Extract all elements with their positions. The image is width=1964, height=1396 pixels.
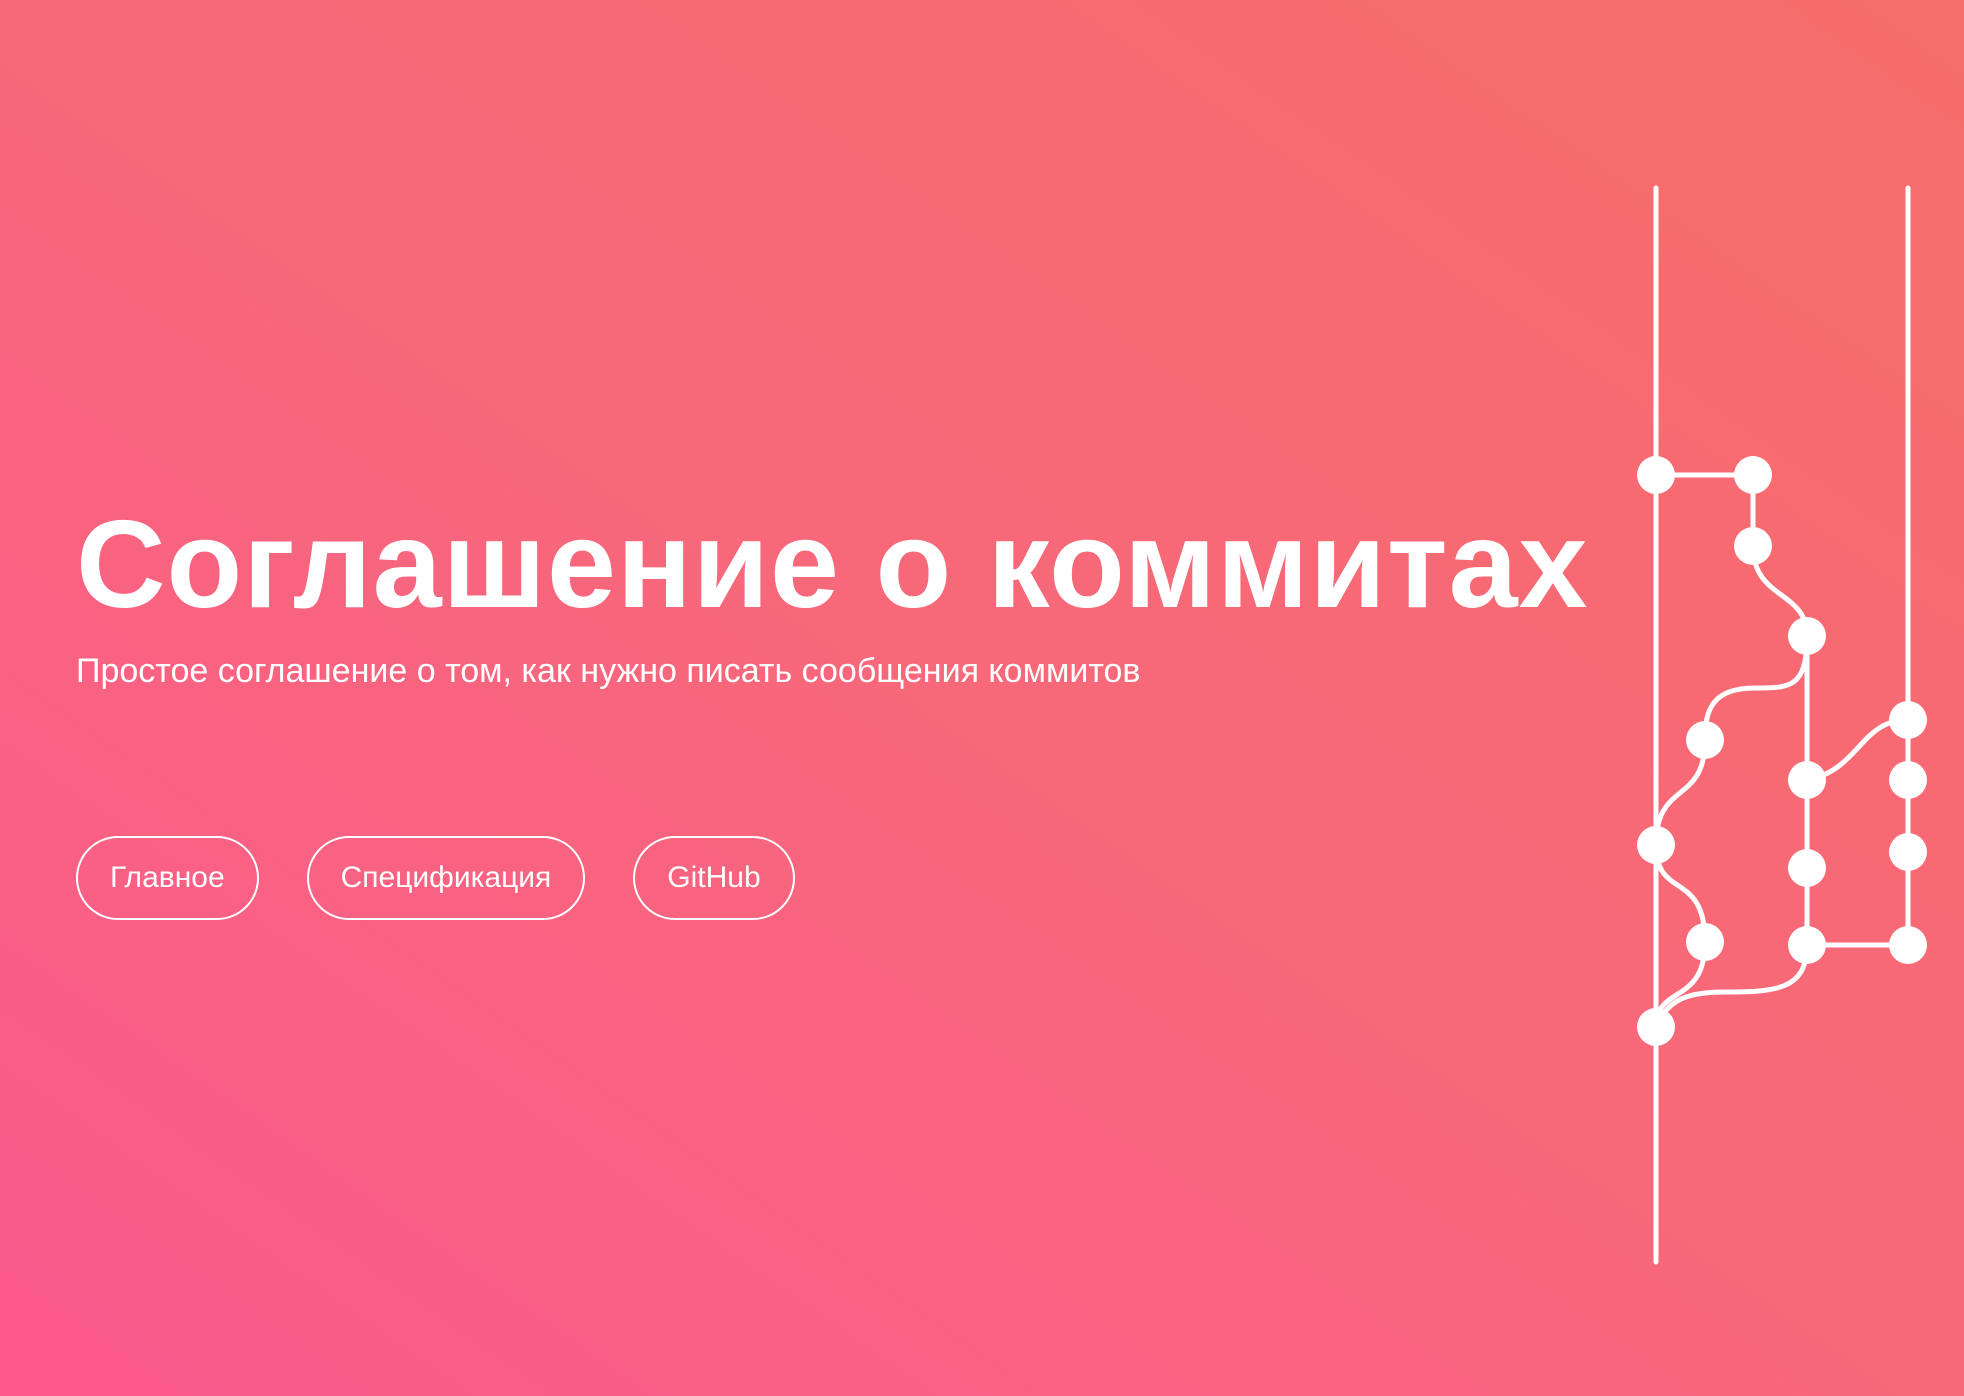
commit-node	[1788, 617, 1826, 655]
commit-node	[1637, 456, 1675, 494]
hero: Соглашение о коммитах Простое соглашение…	[76, 496, 1589, 692]
commit-node	[1637, 1008, 1675, 1046]
nav-buttons: Главное Спецификация GitHub	[76, 836, 795, 920]
commit-node	[1889, 833, 1927, 871]
commit-node	[1686, 923, 1724, 961]
commit-node	[1889, 926, 1927, 964]
page-title: Соглашение о коммитах	[76, 496, 1589, 634]
commit-graph-illustration	[1637, 92, 1927, 1373]
specification-button[interactable]: Спецификация	[306, 836, 586, 920]
branch-line	[1702, 633, 1810, 743]
commit-node	[1788, 761, 1826, 799]
main-button[interactable]: Главное	[76, 836, 259, 920]
commit-node	[1637, 826, 1675, 864]
commit-node	[1889, 761, 1927, 799]
commit-node	[1788, 849, 1826, 887]
commit-node	[1734, 527, 1772, 565]
commit-node	[1889, 701, 1927, 739]
branch-line	[1653, 942, 1810, 1030]
github-button[interactable]: GitHub	[633, 836, 795, 920]
commit-node	[1686, 721, 1724, 759]
commit-node	[1788, 926, 1826, 964]
page-subtitle: Простое соглашение о том, как нужно писа…	[76, 652, 1141, 690]
commit-node	[1734, 456, 1772, 494]
